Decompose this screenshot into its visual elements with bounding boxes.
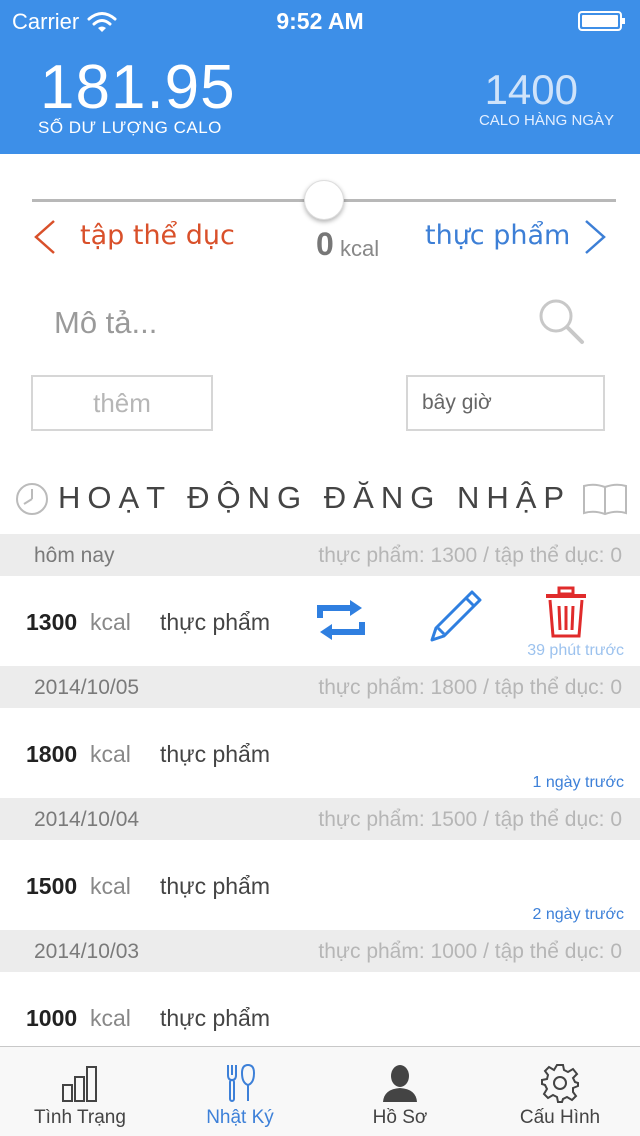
day-date: 2014/10/04	[34, 808, 140, 831]
search-icon[interactable]	[536, 296, 586, 346]
entry-type: thực phẩm	[160, 609, 271, 635]
repeat-icon[interactable]	[314, 600, 368, 640]
day-summary: thực phẩm: 1800 / tập thể dục: 0	[318, 676, 622, 699]
entry-type: thực phẩm	[160, 741, 271, 767]
log-entry-row[interactable]: 1800 kcal thực phẩm 1 ngày trước	[0, 708, 640, 798]
entry-type: thực phẩm	[160, 1005, 271, 1031]
day-date: 2014/10/05	[34, 676, 140, 699]
battery-icon	[578, 11, 625, 31]
entry-kcal-value: 1000	[26, 1005, 78, 1031]
daily-calorie-label: CALO HÀNG NGÀY	[478, 112, 614, 129]
daily-calorie-value[interactable]: 1400	[485, 66, 578, 114]
chevron-right-icon[interactable]	[580, 218, 610, 256]
entry-time-ago: 1 ngày trước	[532, 774, 624, 791]
fork-knife-icon	[227, 1063, 256, 1102]
activity-log-title: HOẠT ĐỘNG ĐĂNG NHẬP	[58, 480, 572, 515]
entry-type: thực phẩm	[160, 873, 271, 899]
description-input[interactable]	[54, 300, 514, 346]
header: Carrier 9:52 AM 181.95 SỐ DƯ LƯỢNG CALO …	[0, 0, 640, 154]
entry-kcal-value: 1800	[26, 741, 78, 767]
entry-kcal-value: 1500	[26, 873, 78, 899]
entry-kcal-unit: kcal	[90, 873, 131, 899]
tab-bar: Tình Trạng Nhật Ký Hồ Sơ Cấu Hình	[0, 1046, 640, 1136]
time-field[interactable]: bây giờ	[406, 375, 605, 431]
add-button[interactable]: thêm	[31, 375, 213, 431]
calorie-balance-label: SỐ DƯ LƯỢNG CALO	[38, 118, 222, 137]
gear-icon	[541, 1064, 579, 1103]
tab-profile[interactable]: Hồ Sơ	[320, 1047, 480, 1136]
person-icon	[383, 1065, 417, 1102]
entry-kcal-unit: kcal	[90, 1005, 131, 1031]
entry-kcal-unit: kcal	[90, 609, 131, 635]
status-bar: Carrier 9:52 AM	[0, 0, 640, 40]
food-mode-label[interactable]: thực phẩm	[425, 220, 570, 251]
day-header: 2014/10/04 thực phẩm: 1500 / tập thể dục…	[0, 798, 640, 840]
book-icon[interactable]	[582, 482, 628, 516]
day-date: 2014/10/03	[34, 940, 140, 963]
log-entry-row[interactable]: 1300 kcal thực phẩm 39 phút trước	[0, 576, 640, 666]
entry-time-ago: 39 phút trước	[527, 642, 624, 659]
calorie-slider-thumb[interactable]	[304, 180, 344, 220]
day-header: 2014/10/03 thực phẩm: 1000 / tập thể dục…	[0, 930, 640, 972]
activity-log-list: hôm nay thực phẩm: 1300 / tập thể dục: 0…	[0, 534, 640, 1062]
tab-label: Nhật Ký	[206, 1107, 274, 1128]
exercise-mode-label[interactable]: tập thể dục	[80, 220, 235, 251]
day-date: hôm nay	[34, 544, 115, 567]
tab-settings[interactable]: Cấu Hình	[480, 1047, 640, 1136]
chevron-left-icon[interactable]	[30, 218, 60, 256]
tab-label: Tình Trạng	[34, 1107, 126, 1128]
clock-icon	[16, 483, 48, 515]
day-header: 2014/10/05 thực phẩm: 1800 / tập thể dục…	[0, 666, 640, 708]
tab-status[interactable]: Tình Trạng	[0, 1047, 160, 1136]
log-entry-row[interactable]: 1500 kcal thực phẩm 2 ngày trước	[0, 840, 640, 930]
day-summary: thực phẩm: 1300 / tập thể dục: 0	[318, 544, 622, 567]
entry-kcal-unit: kcal	[90, 741, 131, 767]
edit-pencil-icon[interactable]	[428, 588, 484, 644]
status-time: 9:52 AM	[276, 8, 364, 34]
tab-diary[interactable]: Nhật Ký	[160, 1047, 320, 1136]
day-header: hôm nay thực phẩm: 1300 / tập thể dục: 0	[0, 534, 640, 576]
calorie-balance-value: 181.95	[40, 53, 236, 122]
trash-icon[interactable]	[544, 586, 588, 638]
tab-label: Hồ Sơ	[372, 1107, 428, 1128]
slider-kcal-unit: kcal	[340, 236, 380, 261]
tab-label: Cấu Hình	[519, 1107, 601, 1128]
bar-chart-icon	[62, 1066, 97, 1102]
entry-kcal-value: 1300	[26, 609, 78, 635]
entry-time-ago: 2 ngày trước	[532, 906, 624, 923]
slider-kcal-value: 0	[316, 226, 334, 262]
day-summary: thực phẩm: 1000 / tập thể dục: 0	[318, 940, 622, 963]
day-summary: thực phẩm: 1500 / tập thể dục: 0	[318, 808, 622, 831]
